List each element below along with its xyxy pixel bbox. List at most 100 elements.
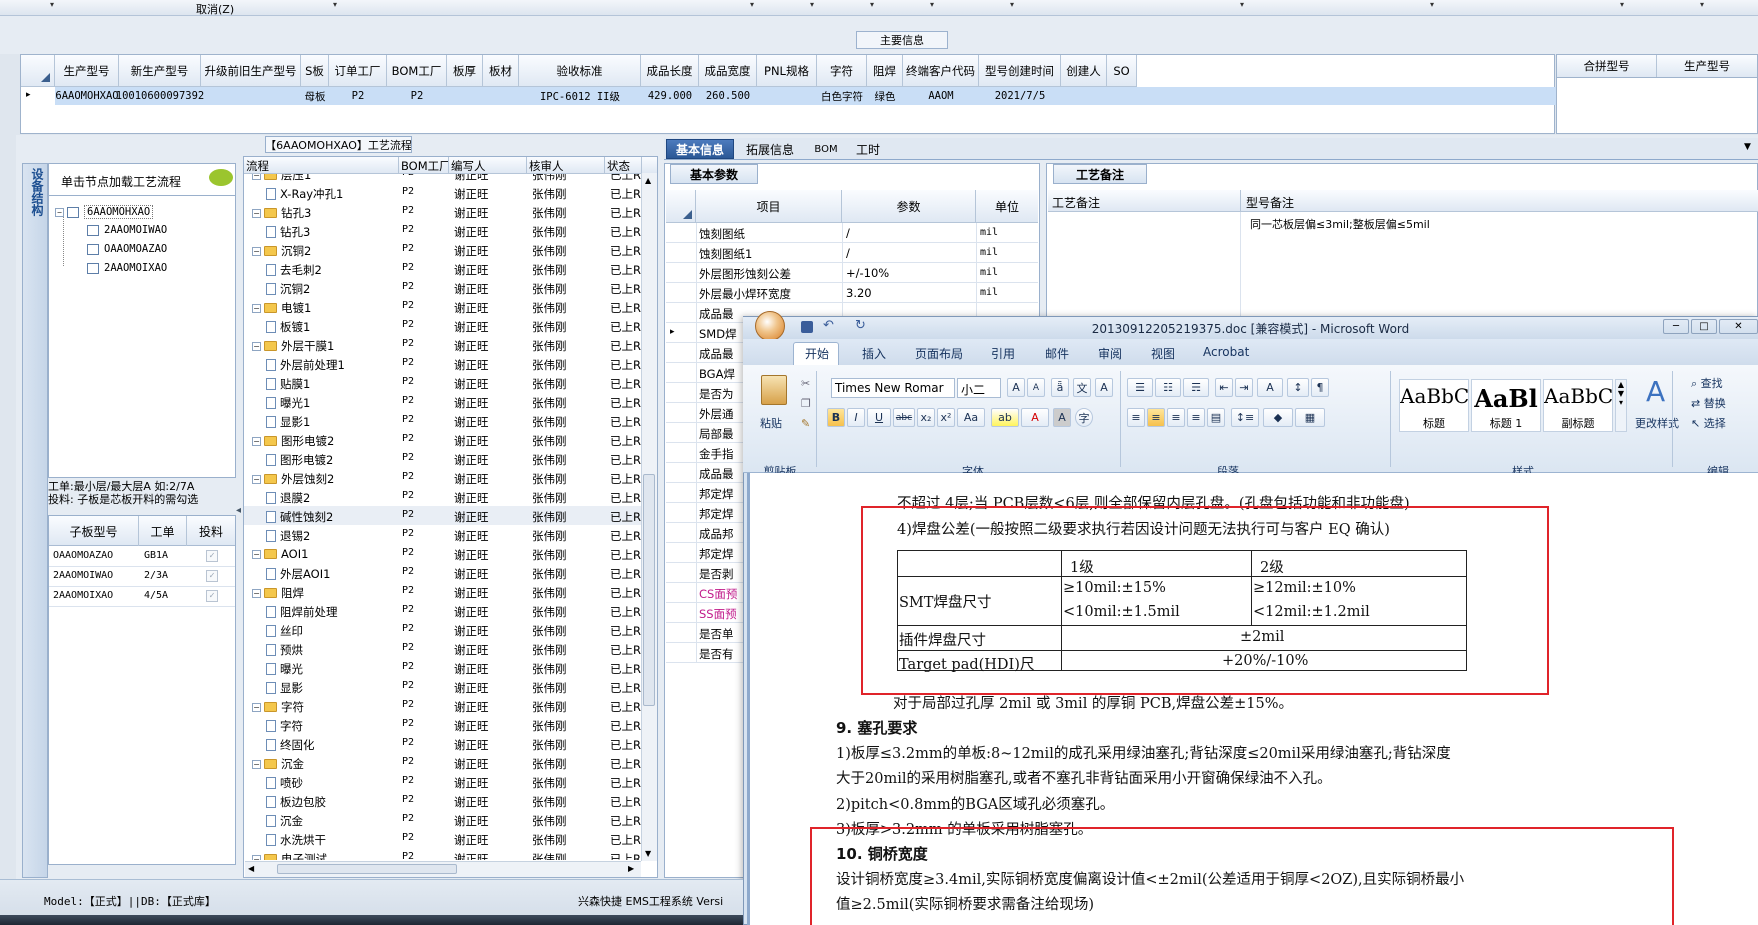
grid-header-cell[interactable]: 型号创建时间 <box>979 55 1061 87</box>
process-row[interactable]: 钻孔3 P2 谢正旺 张伟刚 已上R <box>244 221 642 240</box>
process-row[interactable]: 贴膜1 P2 谢正旺 张伟刚 已上R <box>244 373 642 392</box>
enclose-char-icon[interactable]: 字 <box>1075 408 1093 427</box>
process-row[interactable]: − AOI1 P2 谢正旺 张伟刚 已上R <box>244 544 642 563</box>
header-reviewer[interactable]: 核审人 <box>527 157 605 174</box>
header-param[interactable]: 参数 <box>842 190 976 223</box>
param-row[interactable]: 蚀刻图纸 / mil <box>666 223 1038 243</box>
sort-icon[interactable]: ↕ <box>1287 378 1309 397</box>
italic-button[interactable]: I <box>847 408 865 427</box>
header-writer[interactable]: 编写人 <box>449 157 527 174</box>
bullets-icon[interactable]: ☰ <box>1127 378 1153 397</box>
grid-cell[interactable] <box>1061 87 1107 105</box>
justify-icon[interactable]: ≡ <box>1187 408 1205 427</box>
decrease-indent-icon[interactable]: ⇤ <box>1215 378 1233 397</box>
align-left-icon[interactable]: ≡ <box>1127 408 1145 427</box>
minimize-button[interactable]: ─ <box>1663 319 1689 334</box>
header-model-remark[interactable]: 型号备注 <box>1246 194 1294 211</box>
replace-button[interactable]: ⇄ 替换 <box>1691 395 1726 411</box>
dropdown-arrow-icon[interactable]: ▾ <box>1010 0 1014 9</box>
header-status[interactable]: 状态 <box>605 157 642 174</box>
header-feed[interactable]: 投料 <box>187 516 235 546</box>
paste-label[interactable]: 粘贴 <box>760 415 782 431</box>
style-scroll-icon[interactable]: ▲ ▼ ▾ <box>1615 379 1627 432</box>
multilevel-list-icon[interactable]: ☴ <box>1183 378 1209 397</box>
style-heading1[interactable]: AaBl 标题 1 <box>1471 379 1541 432</box>
char-border-icon[interactable]: A <box>1095 378 1113 397</box>
change-styles-icon[interactable]: A <box>1646 375 1665 408</box>
font-name-select[interactable]: Times New Romar <box>831 378 955 398</box>
process-row[interactable]: 丝印 P2 谢正旺 张伟刚 已上R <box>244 620 642 639</box>
dropdown-arrow-icon[interactable]: ▾ <box>1620 0 1624 9</box>
param-row[interactable]: 外层图形蚀刻公差 +/-10% mil <box>666 263 1038 283</box>
char-shading-icon[interactable]: A <box>1053 408 1071 427</box>
dropdown-arrow-icon[interactable]: ▾ <box>333 0 337 9</box>
dropdown-arrow-icon[interactable]: ▾ <box>810 0 814 9</box>
subscript-button[interactable]: x₂ <box>917 408 935 427</box>
phonetic-icon[interactable]: 文 <box>1073 378 1091 397</box>
select-button[interactable]: ↖ 选择 <box>1691 415 1726 431</box>
grid-cell[interactable]: 白色字符 <box>817 87 867 105</box>
dropdown-arrow-icon[interactable]: ▾ <box>930 0 934 9</box>
collapse-toggle-icon[interactable]: − <box>252 437 261 446</box>
dropdown-arrow-icon[interactable]: ▾ <box>50 0 54 9</box>
collapse-toggle-icon[interactable]: − <box>252 475 261 484</box>
process-row[interactable]: 退膜2 P2 谢正旺 张伟刚 已上R <box>244 487 642 506</box>
grid-header-cell[interactable]: 板厚 <box>447 55 483 87</box>
grid-header-cell[interactable]: 终端客户代码 <box>903 55 979 87</box>
align-center-icon[interactable]: ≡ <box>1147 408 1165 427</box>
process-row[interactable]: 去毛刺2 P2 谢正旺 张伟刚 已上R <box>244 259 642 278</box>
process-row[interactable]: 水洗烘干 P2 谢正旺 张伟刚 已上R <box>244 829 642 848</box>
ribbon-tab-view[interactable]: 视图 <box>1151 345 1175 362</box>
tree-node-child[interactable]: 2AAOMOIXAO <box>87 262 167 274</box>
grid-cell[interactable]: 6AAOMOHXAO <box>55 87 119 105</box>
tab-bom[interactable]: BOM <box>806 139 846 159</box>
sub-row[interactable]: OAAOMOAZAO GB1A ✓ <box>49 547 235 567</box>
tab-menu-arrow-icon[interactable]: ▼ <box>1744 142 1751 152</box>
ribbon-tab-home[interactable]: 开始 <box>805 345 829 362</box>
collapse-toggle-icon[interactable]: − <box>252 855 261 860</box>
collapse-toggle-icon[interactable]: − <box>252 760 261 769</box>
shading-icon[interactable]: ◆ <box>1263 408 1293 427</box>
process-row[interactable]: 曝光1 P2 谢正旺 张伟刚 已上R <box>244 392 642 411</box>
grid-header-cell[interactable]: 生产型号 <box>55 55 119 87</box>
grid-header-cell[interactable]: 创建人 <box>1061 55 1107 87</box>
sub-row[interactable]: 2AAOMOIWAO 2/3A ✓ <box>49 567 235 587</box>
process-row[interactable]: 板边包胶 P2 谢正旺 张伟刚 已上R <box>244 791 642 810</box>
grid-cell[interactable]: 2021/7/5 <box>979 87 1061 105</box>
cut-icon[interactable]: ✂ <box>801 377 810 390</box>
grid-cell[interactable] <box>757 87 817 105</box>
process-row[interactable]: 沉金 P2 谢正旺 张伟刚 已上R <box>244 810 642 829</box>
grid-header-cell[interactable]: 验收标准 <box>519 55 641 87</box>
maximize-button[interactable]: □ <box>1691 319 1717 334</box>
process-row[interactable]: 外层AOI1 P2 谢正旺 张伟刚 已上R <box>244 563 642 582</box>
superscript-button[interactable]: x² <box>937 408 955 427</box>
header-flow[interactable]: 流程 <box>244 157 399 174</box>
grid-header-cell[interactable]: 阻焊 <box>867 55 903 87</box>
process-row[interactable]: 显影1 P2 谢正旺 张伟刚 已上R <box>244 411 642 430</box>
numbering-icon[interactable]: ☷ <box>1155 378 1181 397</box>
header-order[interactable]: 工单 <box>139 516 187 546</box>
font-size-select[interactable]: 小二 <box>957 378 1001 398</box>
process-row[interactable]: 外层前处理1 P2 谢正旺 张伟刚 已上R <box>244 354 642 373</box>
process-row[interactable]: 阻焊前处理 P2 谢正旺 张伟刚 已上R <box>244 601 642 620</box>
ribbon-tab-layout[interactable]: 页面布局 <box>915 345 963 362</box>
process-row[interactable]: − 层压1 P2 谢正旺 张伟刚 已上R <box>244 174 642 183</box>
param-row[interactable]: 外层最小焊环宽度 3.20 mil <box>666 283 1038 303</box>
grid-header-cell[interactable]: 成品宽度 <box>699 55 757 87</box>
paste-icon[interactable] <box>761 375 787 405</box>
grow-font-icon[interactable]: A <box>1007 378 1025 397</box>
scroll-down-icon[interactable]: ▼ <box>645 849 651 858</box>
scroll-up-icon[interactable]: ▲ <box>645 176 651 185</box>
copy-icon[interactable]: ❐ <box>801 397 811 410</box>
process-row[interactable]: 喷砂 P2 谢正旺 张伟刚 已上R <box>244 772 642 791</box>
header-item[interactable]: 项目 <box>696 190 842 223</box>
grid-header-cell[interactable]: 成品长度 <box>641 55 699 87</box>
process-row[interactable]: − 电镀1 P2 谢正旺 张伟刚 已上R <box>244 297 642 316</box>
header-process-remark[interactable]: 工艺备注 <box>1052 194 1100 211</box>
collapse-toggle-icon[interactable]: − <box>252 304 261 313</box>
grid-cell[interactable]: 429.000 <box>641 87 699 105</box>
grid-cell[interactable] <box>447 87 483 105</box>
collapse-toggle-icon[interactable]: − <box>252 550 261 559</box>
collapse-toggle-icon[interactable]: − <box>252 247 261 256</box>
param-value[interactable]: 3.20 <box>846 286 872 300</box>
